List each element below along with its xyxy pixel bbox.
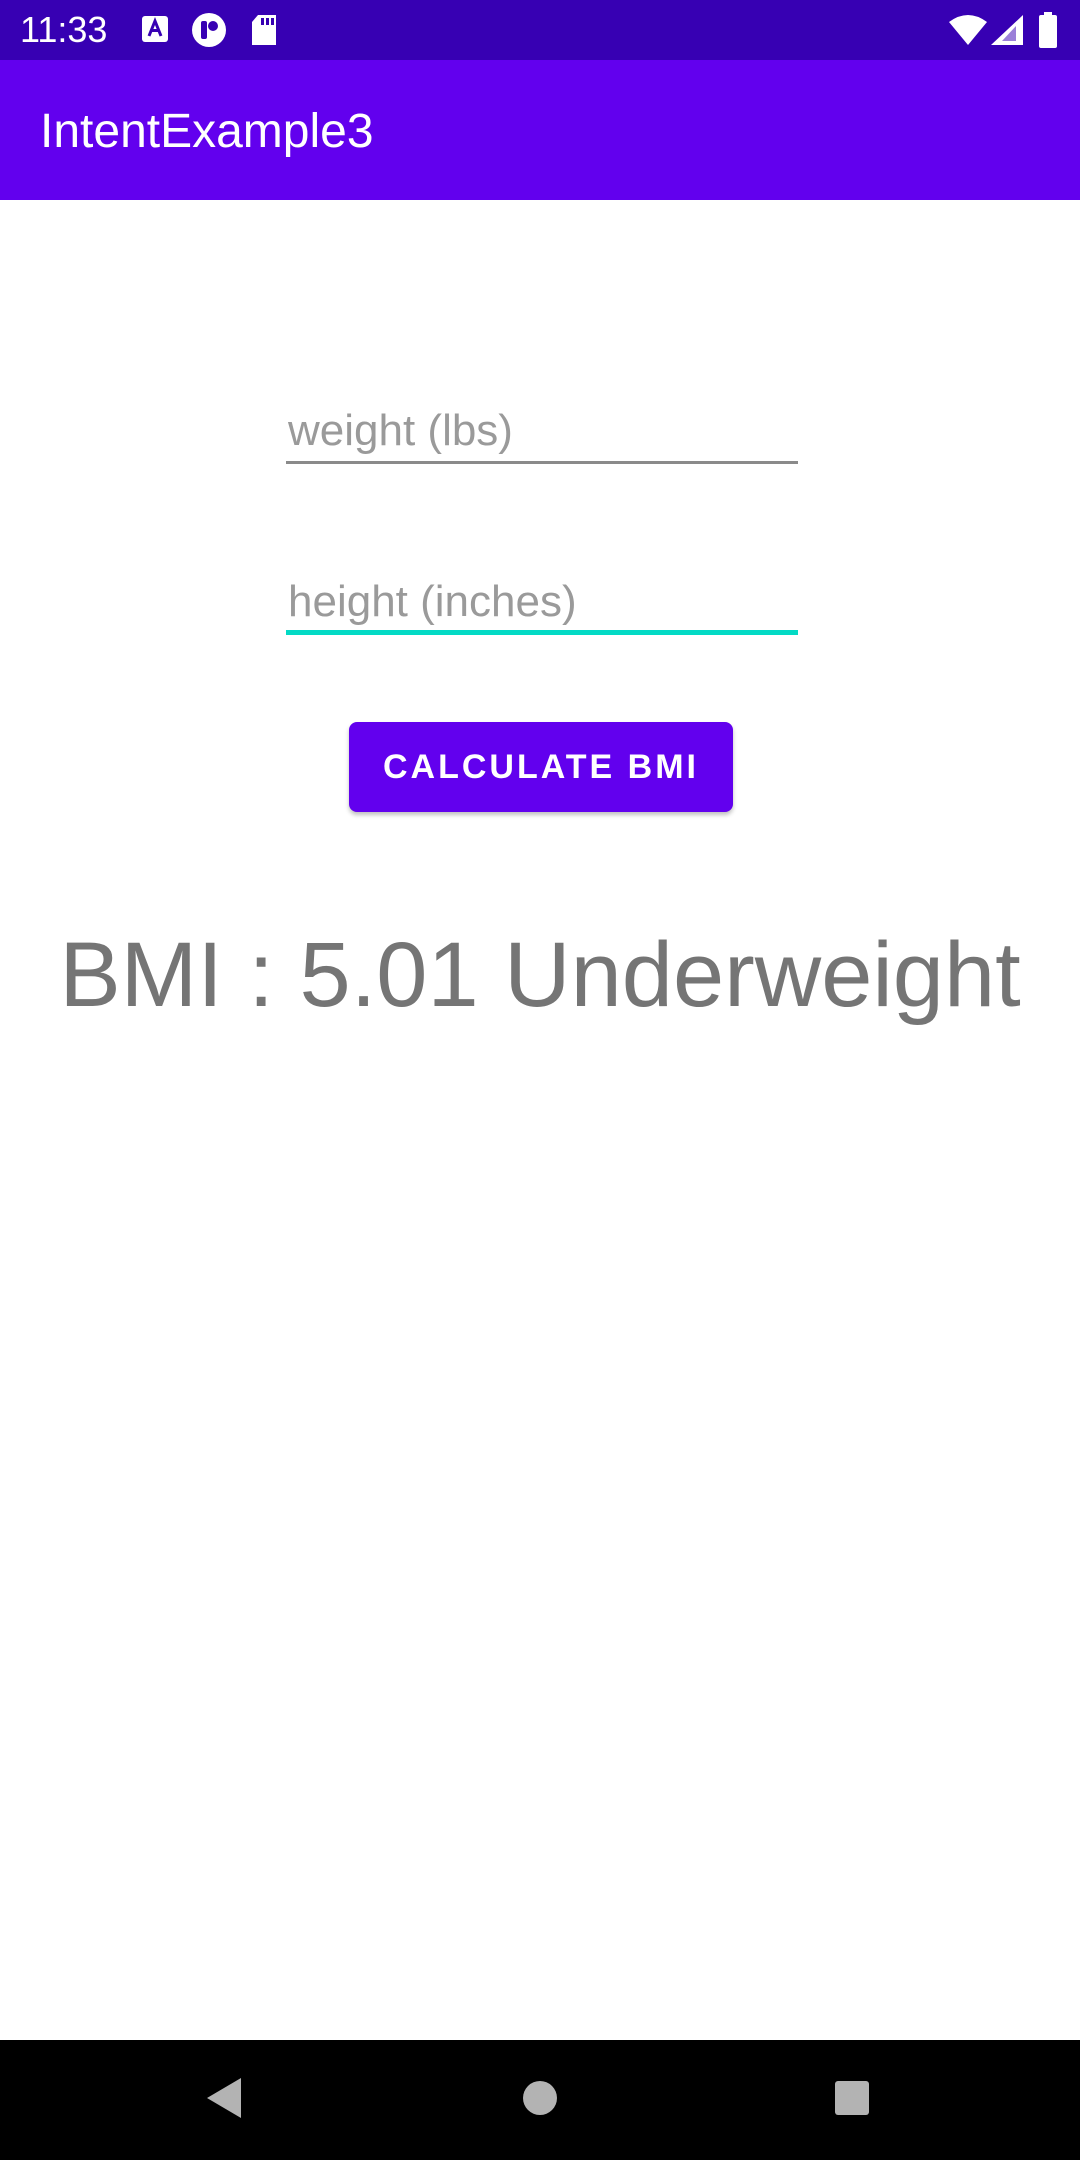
app-notification-icon — [191, 12, 227, 48]
recents-button[interactable] — [792, 2040, 912, 2160]
height-input[interactable] — [286, 551, 798, 635]
weight-underline — [286, 461, 798, 464]
status-bar: 11:33 — [0, 0, 1080, 60]
recents-icon — [834, 2080, 870, 2121]
bmi-result-text: BMI : 5.01 Underweight — [59, 924, 1021, 1026]
a-notification-icon — [140, 14, 170, 44]
home-button[interactable] — [480, 2040, 600, 2160]
navigation-bar — [0, 2040, 1080, 2160]
back-icon — [205, 2076, 245, 2125]
height-field[interactable] — [286, 551, 798, 635]
calculate-bmi-button[interactable]: CALCULATE BMI — [349, 722, 733, 812]
weight-field[interactable] — [286, 380, 798, 464]
weight-input[interactable] — [286, 380, 798, 464]
app-title: IntentExample3 — [40, 105, 374, 158]
status-time: 11:33 — [20, 9, 108, 50]
home-icon — [522, 2080, 558, 2121]
battery-icon — [1038, 12, 1058, 48]
height-underline-focused — [286, 630, 798, 635]
cell-signal-icon — [990, 14, 1024, 46]
app-bar: IntentExample3 — [0, 60, 1080, 200]
screen: 11:33 IntentExample3 weight (lbs) height… — [0, 0, 1080, 2160]
wifi-icon — [948, 14, 988, 46]
sd-card-icon — [250, 14, 278, 46]
back-button[interactable] — [165, 2040, 285, 2160]
